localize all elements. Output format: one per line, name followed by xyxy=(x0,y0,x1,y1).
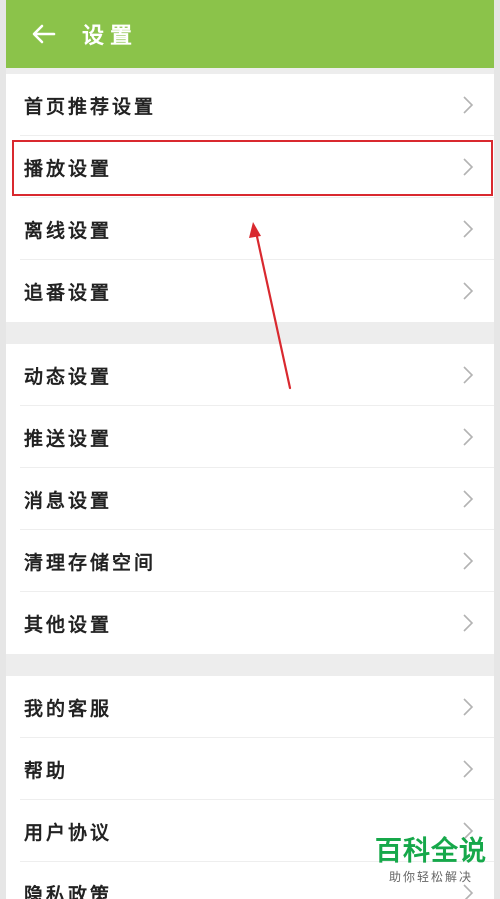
settings-item-label: 清理存储空间 xyxy=(24,551,157,574)
chevron-right-icon xyxy=(463,428,474,446)
chevron-right-icon xyxy=(463,220,474,238)
settings-item-label: 播放设置 xyxy=(24,157,113,180)
settings-item-customer-service[interactable]: 我的客服 xyxy=(6,676,494,738)
chevron-right-icon xyxy=(463,760,474,778)
settings-item-push[interactable]: 推送设置 xyxy=(6,406,494,468)
chevron-right-icon xyxy=(463,158,474,176)
settings-item-other[interactable]: 其他设置 xyxy=(6,592,494,654)
chevron-right-icon xyxy=(463,282,474,300)
chevron-right-icon xyxy=(463,96,474,114)
settings-item-dynamic[interactable]: 动态设置 xyxy=(6,344,494,406)
page-title: 设置 xyxy=(82,24,139,49)
settings-item-label: 追番设置 xyxy=(24,281,113,304)
settings-group-1: 首页推荐设置 播放设置 离线设置 追番设置 xyxy=(6,74,494,322)
app-header: 设置 xyxy=(6,0,494,68)
watermark: 百科全说 助你轻松解决 xyxy=(372,836,490,892)
settings-item-playback[interactable]: 播放设置 xyxy=(6,136,494,198)
chevron-right-icon xyxy=(463,698,474,716)
settings-item-help[interactable]: 帮助 xyxy=(6,738,494,800)
settings-group-2: 动态设置 推送设置 消息设置 清理存储空间 其他设置 xyxy=(6,344,494,654)
settings-item-label: 离线设置 xyxy=(24,219,113,242)
settings-item-label: 用户协议 xyxy=(24,821,113,844)
watermark-title: 百科全说 xyxy=(375,836,487,867)
settings-item-label: 隐私政策 xyxy=(24,883,113,899)
settings-item-label: 我的客服 xyxy=(24,697,113,720)
settings-item-follow-anime[interactable]: 追番设置 xyxy=(6,260,494,322)
settings-item-offline[interactable]: 离线设置 xyxy=(6,198,494,260)
settings-item-message[interactable]: 消息设置 xyxy=(6,468,494,530)
settings-list: 首页推荐设置 播放设置 离线设置 追番设置 动态设置 推送设置 消息设置 清理存… xyxy=(6,68,494,899)
settings-item-label: 首页推荐设置 xyxy=(24,95,157,118)
arrow-left-icon xyxy=(32,24,56,44)
settings-item-label: 推送设置 xyxy=(24,427,113,450)
chevron-right-icon xyxy=(463,614,474,632)
watermark-subtitle: 助你轻松解决 xyxy=(388,870,473,884)
chevron-right-icon xyxy=(463,490,474,508)
settings-item-label: 其他设置 xyxy=(24,613,113,636)
settings-item-label: 消息设置 xyxy=(24,489,113,512)
phone-screen: 设置 首页推荐设置 播放设置 离线设置 追番设置 动态设置 推送设置 消息设置 … xyxy=(0,0,500,899)
settings-item-label: 帮助 xyxy=(24,759,69,782)
chevron-right-icon xyxy=(463,552,474,570)
settings-item-label: 动态设置 xyxy=(24,365,113,388)
back-button[interactable] xyxy=(6,0,82,68)
settings-item-clear-storage[interactable]: 清理存储空间 xyxy=(6,530,494,592)
settings-item-home-recommend[interactable]: 首页推荐设置 xyxy=(6,74,494,136)
chevron-right-icon xyxy=(463,366,474,384)
